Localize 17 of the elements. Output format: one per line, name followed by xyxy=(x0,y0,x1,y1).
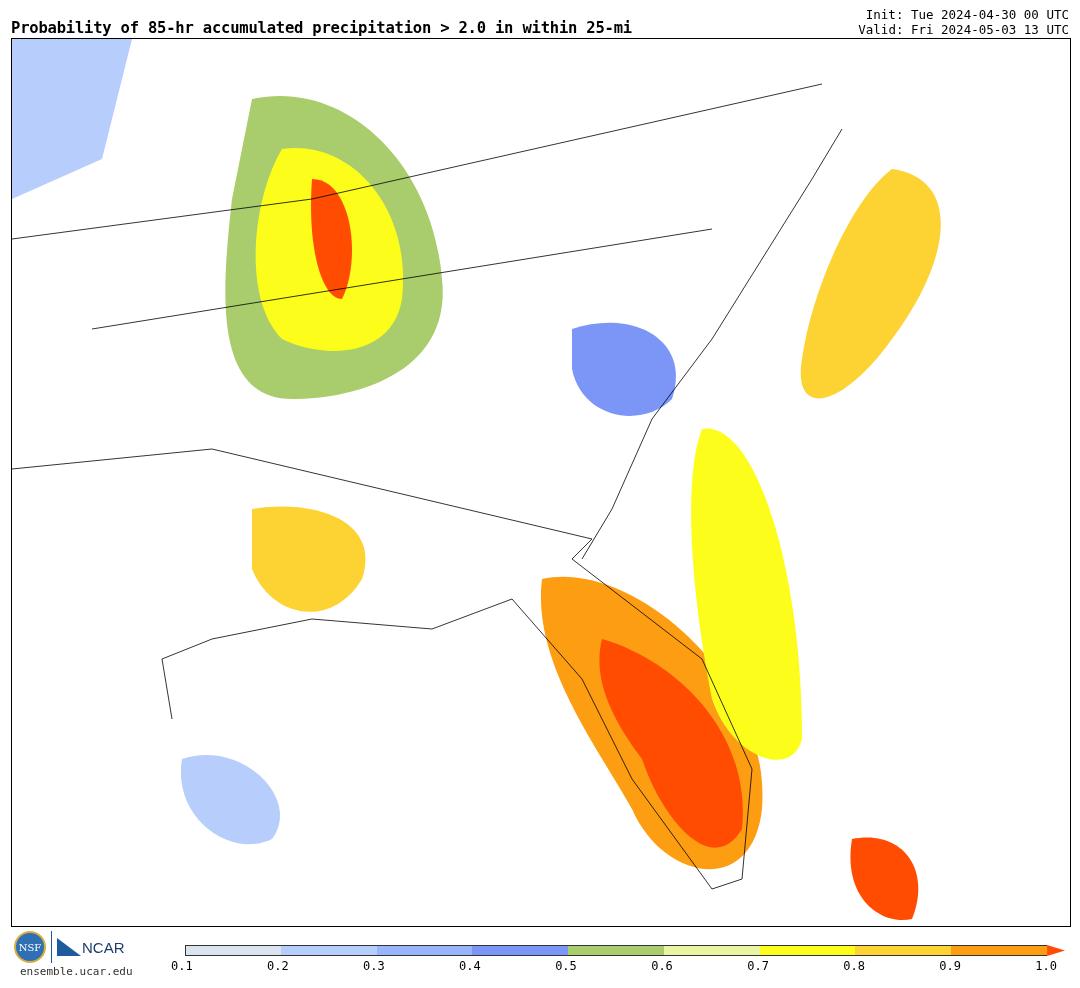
colorbar-tick-label: 0.1 xyxy=(171,959,193,973)
colorbar-tick-label: 0.9 xyxy=(939,959,961,973)
colorbar-tick-label: 0.5 xyxy=(555,959,577,973)
nsf-logo: NSF xyxy=(14,931,46,963)
colorbar-tick-label: 0.7 xyxy=(747,959,769,973)
website-url: ensemble.ucar.edu xyxy=(20,965,133,978)
init-time: Init: Tue 2024-04-30 00 UTC xyxy=(864,7,1069,22)
colorbar-tick-label: 0.4 xyxy=(459,959,481,973)
colorbar-tick-label: 0.8 xyxy=(843,959,865,973)
valid-time: Valid: Fri 2024-05-03 13 UTC xyxy=(858,22,1069,37)
colorbar-tick-label: 0.2 xyxy=(267,959,289,973)
colorbar-tick-label: 0.3 xyxy=(363,959,385,973)
colorbar-tick-label: 0.6 xyxy=(651,959,673,973)
ncar-logo: NCAR xyxy=(82,938,125,956)
chart-title: Probability of 85-hr accumulated precipitation > 2.0 in within 25-mi xyxy=(11,19,632,37)
ncar-swoosh-icon xyxy=(57,938,81,956)
colorbar-tick-label: 1.0 xyxy=(1035,959,1057,973)
